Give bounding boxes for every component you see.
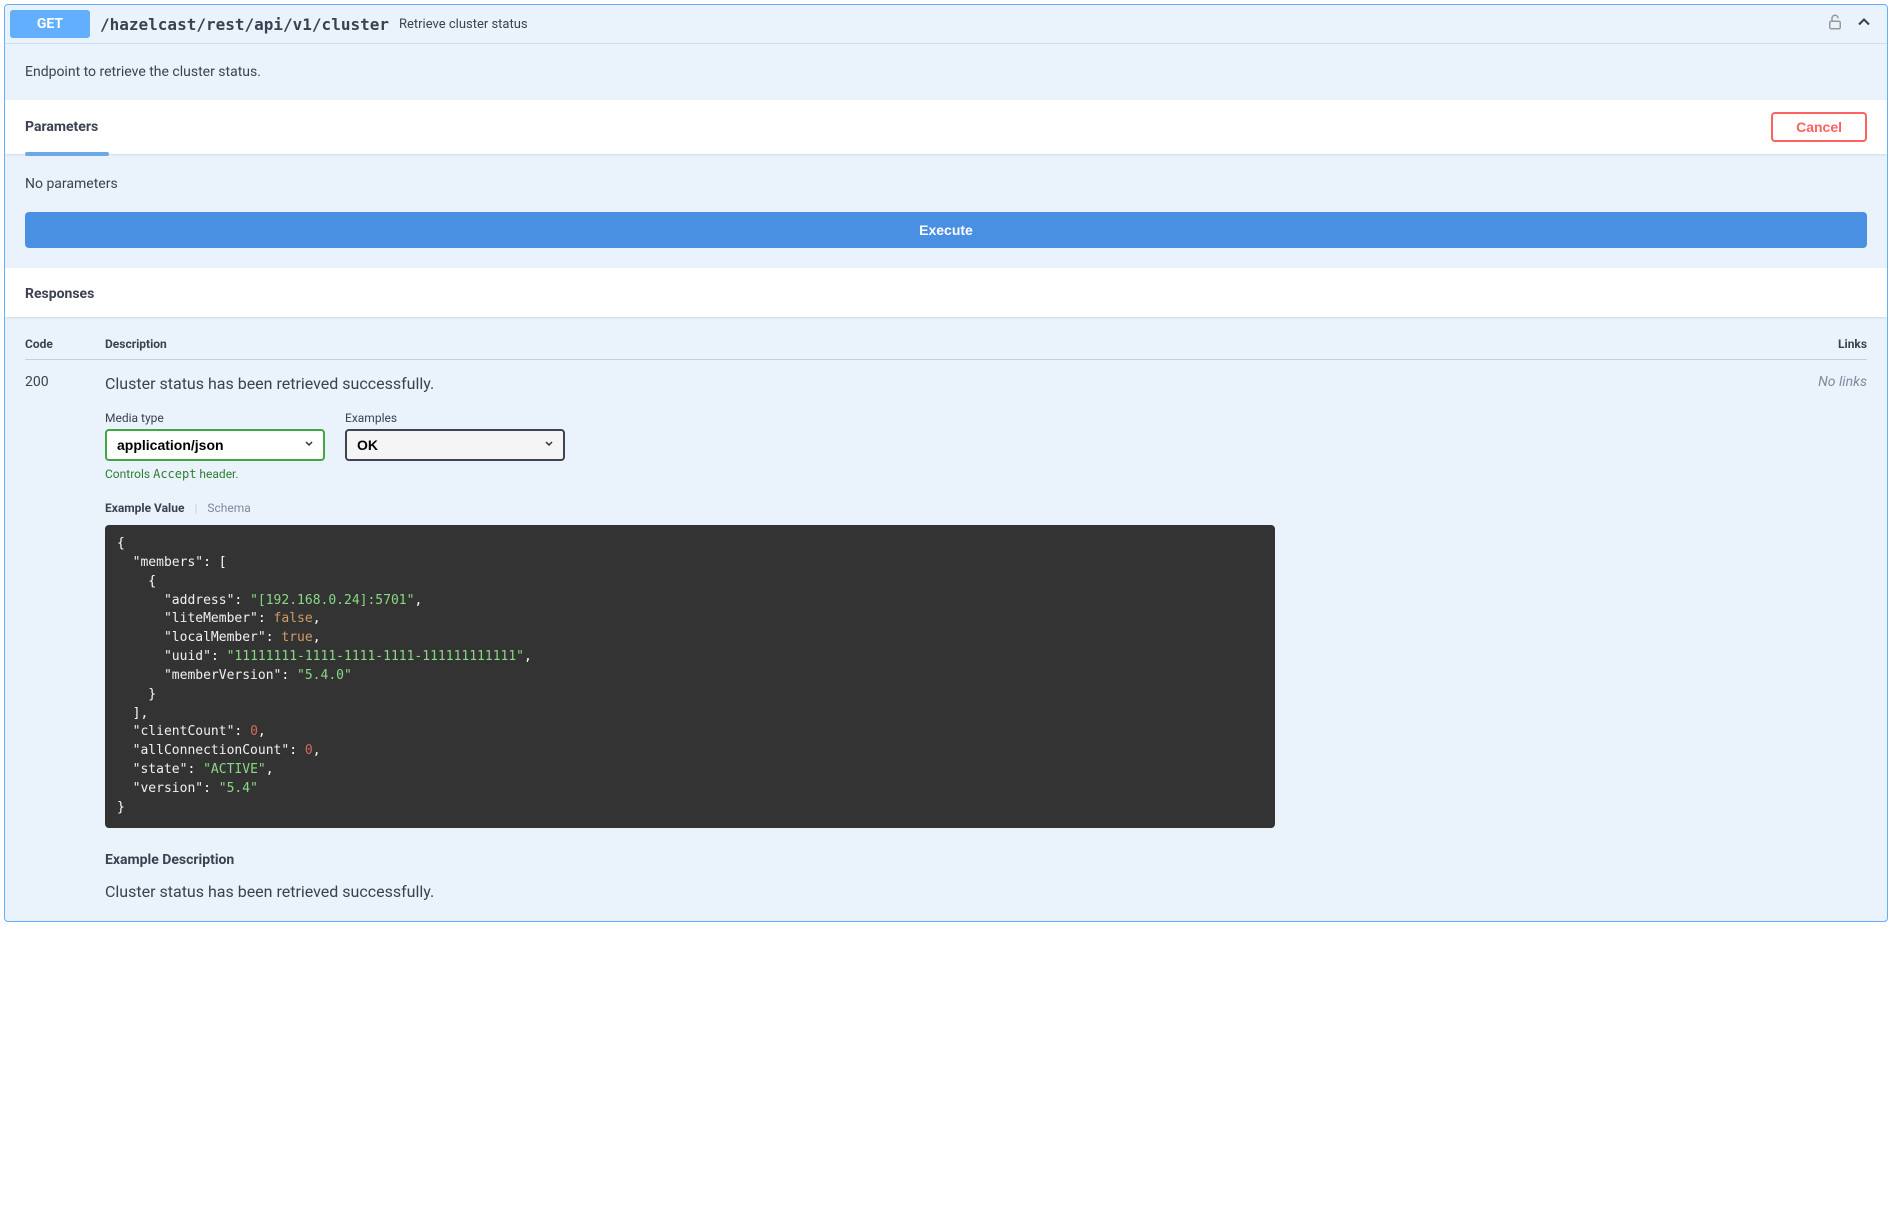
example-tabs: Example Value | Schema	[105, 501, 1787, 515]
response-code: 200	[25, 374, 105, 901]
endpoint-description: Endpoint to retrieve the cluster status.	[5, 44, 1887, 100]
responses-body: Code Description Links 200 Cluster statu…	[5, 317, 1887, 921]
responses-table-header: Code Description Links	[25, 337, 1867, 360]
opblock-summary[interactable]: GET /hazelcast/rest/api/v1/cluster Retri…	[5, 5, 1887, 44]
response-row-200: 200 Cluster status has been retrieved su…	[25, 360, 1867, 901]
col-desc: Description	[105, 337, 1787, 351]
example-code-block: { "members": [ { "address": "[192.168.0.…	[105, 525, 1275, 828]
example-description-heading: Example Description	[105, 852, 1787, 868]
tab-schema[interactable]: Schema	[207, 501, 250, 515]
method-badge: GET	[10, 10, 90, 38]
media-type-select[interactable]: application/json	[105, 429, 325, 461]
chevron-up-icon[interactable]	[1854, 12, 1874, 37]
col-links: Links	[1787, 337, 1867, 351]
parameters-tab-underline	[25, 152, 109, 156]
examples-label: Examples	[345, 411, 565, 425]
media-type-label: Media type	[105, 411, 325, 425]
parameters-header: Parameters Cancel	[5, 100, 1887, 154]
parameters-body: No parameters	[5, 156, 1887, 212]
parameters-heading: Parameters	[25, 119, 98, 135]
responses-header: Responses	[5, 268, 1887, 317]
responses-heading: Responses	[25, 286, 94, 302]
lock-icon[interactable]	[1826, 13, 1844, 36]
endpoint-summary: Retrieve cluster status	[399, 17, 1826, 32]
opblock-get: GET /hazelcast/rest/api/v1/cluster Retri…	[4, 4, 1888, 922]
col-code: Code	[25, 337, 105, 351]
response-description: Cluster status has been retrieved succes…	[105, 374, 1787, 393]
example-description-body: Cluster status has been retrieved succes…	[105, 882, 1787, 901]
examples-select[interactable]: OK	[345, 429, 565, 461]
response-links: No links	[1787, 374, 1867, 901]
accept-hint: Controls Accept header.	[105, 467, 325, 481]
tab-example-value[interactable]: Example Value	[105, 501, 184, 515]
endpoint-path: /hazelcast/rest/api/v1/cluster	[100, 15, 389, 34]
execute-button[interactable]: Execute	[25, 212, 1867, 248]
cancel-button[interactable]: Cancel	[1771, 112, 1867, 142]
